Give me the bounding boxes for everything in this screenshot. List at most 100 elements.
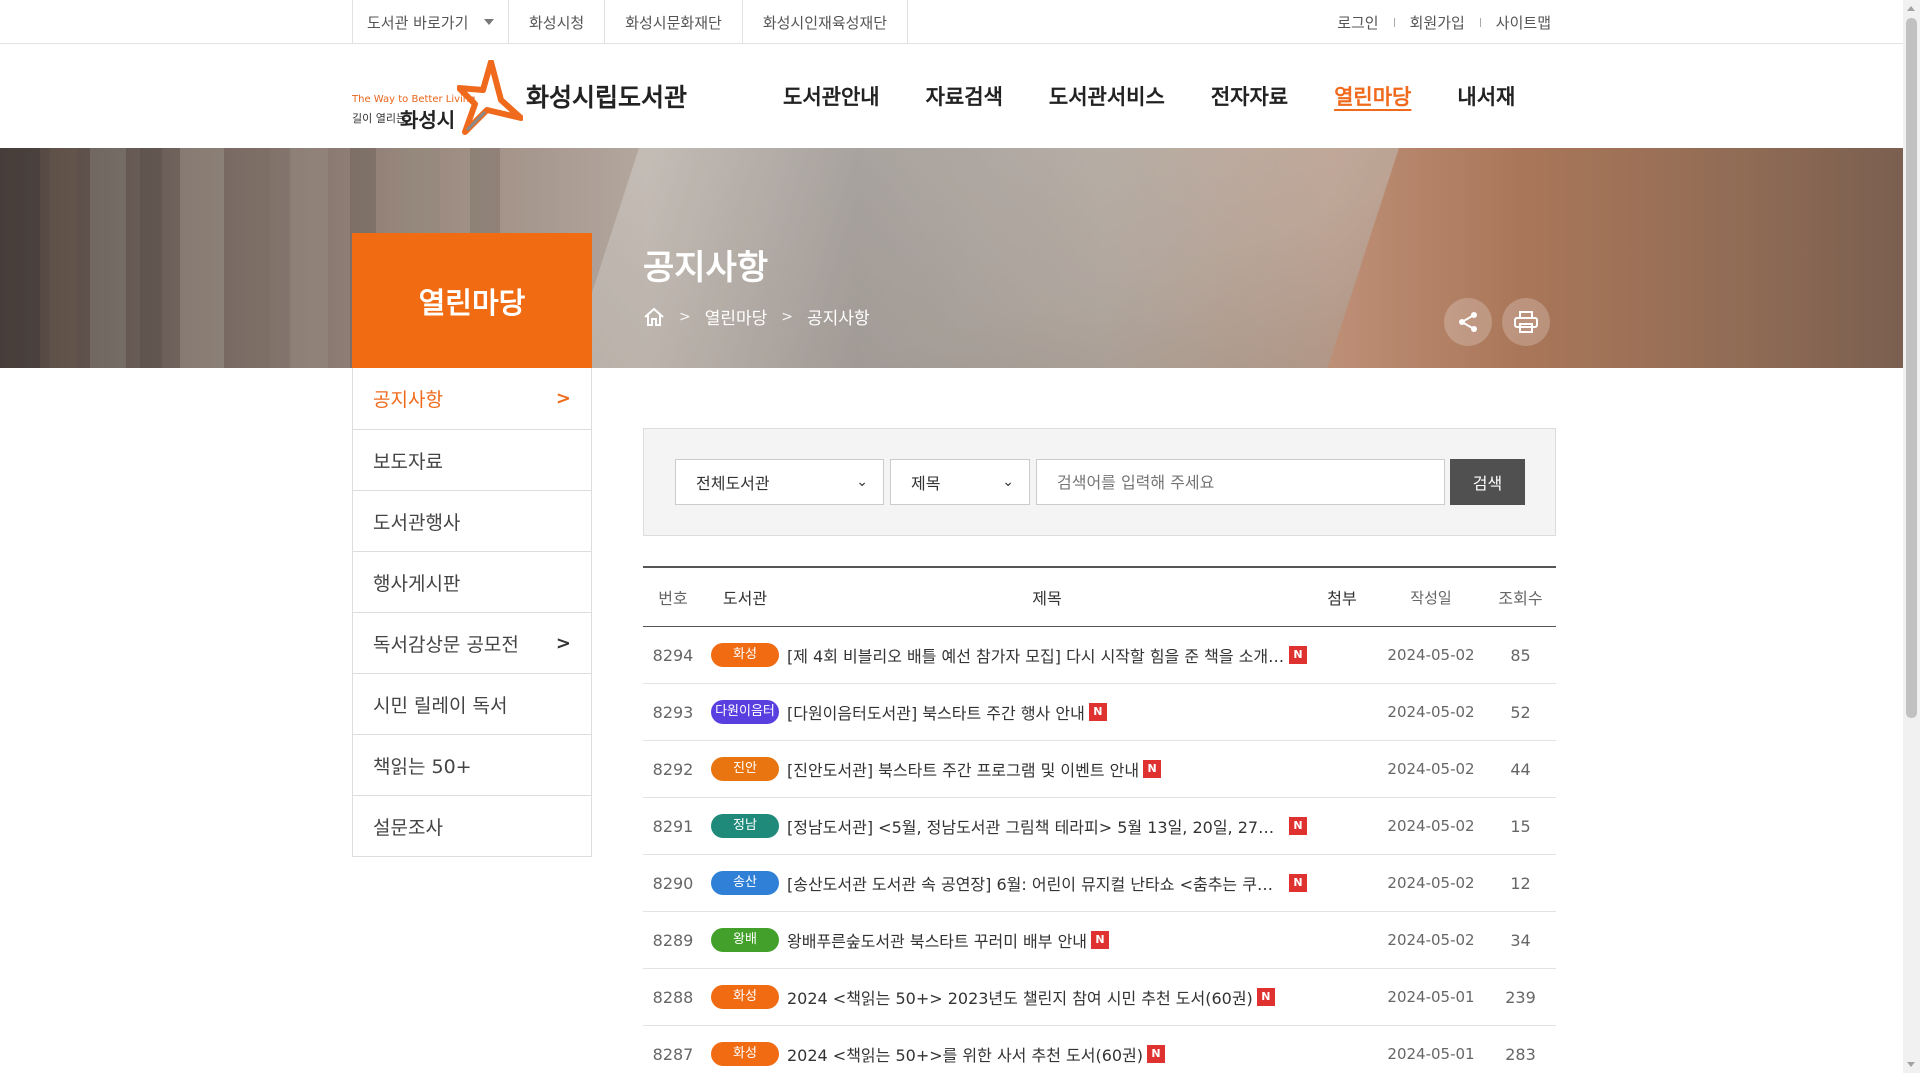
row-library: 진안 xyxy=(703,757,787,781)
breadcrumb-section[interactable]: 열린마당 xyxy=(705,304,768,329)
row-date: 2024-05-01 xyxy=(1387,1045,1475,1063)
signup-link[interactable]: 회원가입 xyxy=(1410,12,1465,33)
row-title[interactable]: [다원이음터도서관] 북스타트 주간 행사 안내 N xyxy=(787,700,1307,724)
family-link-city-hall[interactable]: 화성시청 xyxy=(509,0,606,44)
row-library: 화성 xyxy=(703,643,787,667)
row-title[interactable]: 왕배푸른숲도서관 북스타트 꾸러미 배부 안내 N xyxy=(787,928,1307,952)
lnb-essay-contest[interactable]: 독서감상문 공모전 > xyxy=(353,612,591,673)
table-row[interactable]: 8293 다원이음터 [다원이음터도서관] 북스타트 주간 행사 안내 N 2024-0… xyxy=(643,684,1556,741)
row-number: 8289 xyxy=(652,930,694,950)
lnb-essay-contest-label: 독서감상문 공모전 xyxy=(373,633,519,656)
lnb-event-board[interactable]: 행사게시판 xyxy=(353,551,591,612)
library-select[interactable]: 전체도서관 ⌄ xyxy=(675,459,884,505)
row-title-text[interactable]: 왕배푸른숲도서관 북스타트 꾸러미 배부 안내 xyxy=(787,928,1087,952)
row-title[interactable]: 2024 <책읽는 50+>를 위한 사서 추천 도서(60권) N xyxy=(787,1042,1307,1066)
row-library: 화성 xyxy=(703,985,787,1009)
gnb-search[interactable]: 자료검색 xyxy=(926,81,1003,111)
library-name: 화성시립도서관 xyxy=(526,83,688,112)
hero-banner xyxy=(0,148,1903,368)
gnb-services[interactable]: 도서관서비스 xyxy=(1049,81,1165,111)
header-attachment: 첨부 xyxy=(1327,589,1357,608)
row-date: 2024-05-02 xyxy=(1387,760,1475,778)
login-link[interactable]: 로그인 xyxy=(1337,12,1378,33)
print-button[interactable] xyxy=(1502,298,1550,346)
lnb-survey-label: 설문조사 xyxy=(373,816,443,839)
library-badge: 화성 xyxy=(711,985,779,1009)
row-title-text[interactable]: 2024 <책읽는 50+> 2023년도 챌린지 참여 시민 추천 도서(60… xyxy=(787,985,1253,1009)
home-icon[interactable] xyxy=(643,307,665,327)
lnb-notice[interactable]: 공지사항 > xyxy=(353,368,591,429)
row-title-text[interactable]: 2024 <책읽는 50+>를 위한 사서 추천 도서(60권) xyxy=(787,1042,1143,1066)
site-header: The Way to Better Living 길이 열리는 화성시 화성시립… xyxy=(0,44,1903,148)
row-date: 2024-05-02 xyxy=(1387,874,1475,892)
row-views: 85 xyxy=(1510,645,1531,665)
scroll-up-icon[interactable] xyxy=(1907,6,1915,11)
library-badge: 정남 xyxy=(711,814,779,838)
share-button[interactable] xyxy=(1444,298,1492,346)
caret-down-icon xyxy=(484,19,494,25)
row-views: 44 xyxy=(1510,759,1531,779)
row-title-text[interactable]: [진안도서관] 북스타트 주간 프로그램 및 이벤트 안내 xyxy=(787,757,1139,781)
row-title[interactable]: [진안도서관] 북스타트 주간 프로그램 및 이벤트 안내 N xyxy=(787,757,1307,781)
family-link-culture-foundation[interactable]: 화성시문화재단 xyxy=(605,0,743,44)
lnb-relay-reading-label: 시민 릴레이 독서 xyxy=(373,694,508,717)
lnb-relay-reading[interactable]: 시민 릴레이 독서 xyxy=(353,673,591,734)
row-title[interactable]: [송산도서관 도서관 속 공연장] 6월: 어린이 뮤지컬 난타쇼 <춤추는 쿠… xyxy=(787,871,1307,895)
table-row[interactable]: 8291 정남 [정남도서관] <5월, 정남도서관 그림책 테라피> 5월 13일… xyxy=(643,798,1556,855)
header-date: 작성일 xyxy=(1410,588,1452,607)
row-title-text[interactable]: [정남도서관] <5월, 정남도서관 그림책 테라피> 5월 13일, 20일,… xyxy=(787,814,1285,838)
new-badge: N xyxy=(1091,931,1110,949)
table-row[interactable]: 8289 왕배 왕배푸른숲도서관 북스타트 꾸러미 배부 안내 N 2024-05-02… xyxy=(643,912,1556,969)
row-title[interactable]: [제 4회 비블리오 배틀 예선 참가자 모집] 다시 시작할 힘을 준 책을 … xyxy=(787,643,1307,667)
gnb-open-forum[interactable]: 열린마당 xyxy=(1334,81,1411,111)
scrollbar-thumb[interactable] xyxy=(1906,18,1917,718)
search-input[interactable] xyxy=(1036,459,1445,505)
page-scrollbar[interactable] xyxy=(1903,0,1920,1073)
gnb-e-resources[interactable]: 전자자료 xyxy=(1211,81,1288,111)
row-views: 34 xyxy=(1510,930,1531,950)
row-title-text[interactable]: [송산도서관 도서관 속 공연장] 6월: 어린이 뮤지컬 난타쇼 <춤추는 쿠… xyxy=(787,871,1285,895)
site-logo[interactable]: The Way to Better Living 길이 열리는 화성시 화성시립… xyxy=(352,54,687,138)
row-date: 2024-05-02 xyxy=(1387,703,1475,721)
gnb-my-library[interactable]: 내서재 xyxy=(1457,81,1515,111)
row-library: 왕배 xyxy=(703,928,787,952)
share-icon xyxy=(1459,312,1477,332)
row-title-text[interactable]: [제 4회 비블리오 배틀 예선 참가자 모집] 다시 시작할 힘을 준 책을 … xyxy=(787,643,1285,667)
row-views: 12 xyxy=(1510,873,1531,893)
header-views: 조회수 xyxy=(1498,589,1543,608)
star-logo-icon xyxy=(457,60,523,135)
new-badge: N xyxy=(1256,988,1275,1006)
row-library: 송산 xyxy=(703,871,787,895)
row-number: 8287 xyxy=(652,1044,694,1064)
library-badge: 다원이음터 xyxy=(711,700,779,724)
sitemap-link[interactable]: 사이트맵 xyxy=(1496,12,1551,33)
header-number: 번호 xyxy=(658,589,688,608)
main-navigation: 도서관안내 자료검색 도서관서비스 전자자료 열린마당 내서재 xyxy=(760,44,1538,148)
row-number: 8292 xyxy=(652,759,694,779)
library-select-value: 전체도서관 xyxy=(696,474,770,493)
section-title: 열린마당 xyxy=(352,233,592,368)
table-row[interactable]: 8292 진안 [진안도서관] 북스타트 주간 프로그램 및 이벤트 안내 N 2024… xyxy=(643,741,1556,798)
row-title[interactable]: 2024 <책읽는 50+> 2023년도 챌린지 참여 시민 추천 도서(60… xyxy=(787,985,1307,1009)
lnb-press[interactable]: 보도자료 xyxy=(353,429,591,490)
row-views: 52 xyxy=(1510,702,1531,722)
search-button[interactable]: 검색 xyxy=(1450,459,1525,505)
table-row[interactable]: 8290 송산 [송산도서관 도서관 속 공연장] 6월: 어린이 뮤지컬 난타쇼 … xyxy=(643,855,1556,912)
row-title-text[interactable]: [다원이음터도서관] 북스타트 주간 행사 안내 xyxy=(787,700,1085,724)
table-row[interactable]: 8287 화성 2024 <책읽는 50+>를 위한 사서 추천 도서(60권) N 2… xyxy=(643,1026,1556,1073)
library-shortcut-dropdown[interactable]: 도서관 바로가기 xyxy=(353,0,509,44)
row-title[interactable]: [정남도서관] <5월, 정남도서관 그림책 테라피> 5월 13일, 20일,… xyxy=(787,814,1307,838)
lnb-events[interactable]: 도서관행사 xyxy=(353,490,591,551)
table-row[interactable]: 8288 화성 2024 <책읽는 50+> 2023년도 챌린지 참여 시민 추천… xyxy=(643,969,1556,1026)
library-badge: 화성 xyxy=(711,1042,779,1066)
table-row[interactable]: 8294 화성 [제 4회 비블리오 배틀 예선 참가자 모집] 다시 시작할 힘을… xyxy=(643,627,1556,684)
field-select[interactable]: 제목 ⌄ xyxy=(890,459,1030,505)
row-views: 15 xyxy=(1510,816,1531,836)
side-menu: 공지사항 > 보도자료 도서관행사 행사게시판 독서감상문 공모전 > 시민 릴… xyxy=(352,368,592,857)
row-number: 8290 xyxy=(652,873,694,893)
lnb-survey[interactable]: 설문조사 xyxy=(353,795,591,856)
scroll-down-icon[interactable] xyxy=(1907,1062,1915,1067)
gnb-library-info[interactable]: 도서관안내 xyxy=(783,81,880,111)
family-link-talent-foundation[interactable]: 화성시인재육성재단 xyxy=(743,0,909,44)
lnb-reading-50[interactable]: 책읽는 50+ xyxy=(353,734,591,795)
